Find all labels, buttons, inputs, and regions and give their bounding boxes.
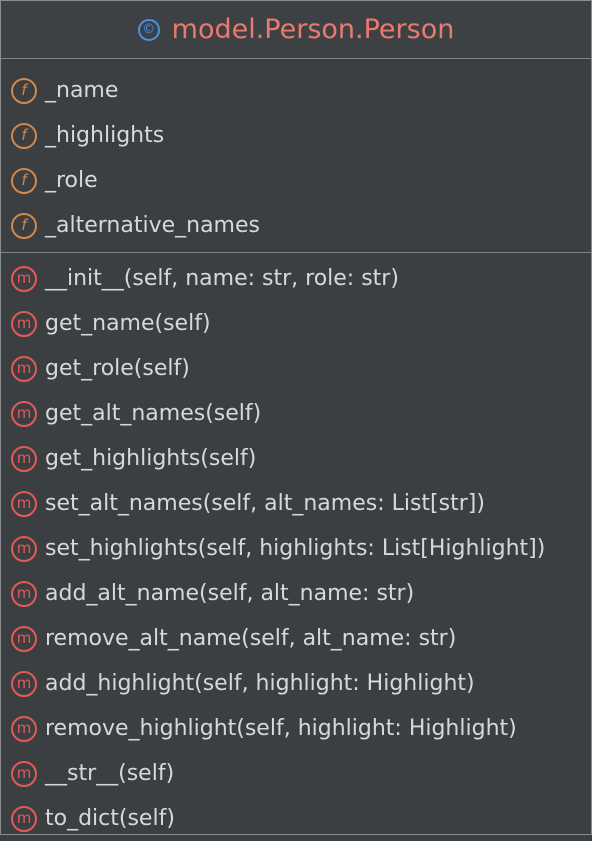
method-signature: get_name(self) bbox=[45, 311, 211, 336]
method-row-get-name: m get_name(self) bbox=[1, 301, 591, 346]
method-icon: m bbox=[11, 760, 37, 787]
methods-section: m __init__(self, name: str, role: str) m… bbox=[1, 253, 591, 841]
method-icon: m bbox=[11, 715, 37, 742]
method-signature: to_dict(self) bbox=[45, 806, 175, 831]
method-icon: m bbox=[11, 535, 37, 562]
method-icon: m bbox=[11, 805, 37, 832]
method-icon: m bbox=[11, 625, 37, 652]
field-row-alternative-names: f _alternative_names bbox=[1, 203, 591, 248]
method-icon: m bbox=[11, 355, 37, 382]
method-icon: m bbox=[11, 310, 37, 337]
method-icon: m bbox=[11, 670, 37, 697]
field-row-role: f _role bbox=[1, 158, 591, 203]
class-name: model.Person.Person bbox=[171, 14, 455, 45]
field-icon: f bbox=[11, 77, 37, 104]
method-icon: m bbox=[11, 265, 37, 292]
method-icon: m bbox=[11, 445, 37, 472]
field-name: _alternative_names bbox=[45, 213, 260, 238]
class-icon: © bbox=[137, 18, 160, 41]
field-name: _highlights bbox=[45, 123, 165, 148]
field-name: _name bbox=[45, 78, 119, 103]
field-name: _role bbox=[45, 168, 98, 193]
fields-section: f _name f _highlights f _role f _alterna… bbox=[1, 59, 591, 253]
method-signature: __str__(self) bbox=[45, 761, 175, 786]
field-row-highlights: f _highlights bbox=[1, 113, 591, 158]
method-signature: __init__(self, name: str, role: str) bbox=[45, 266, 399, 291]
method-row-get-highlights: m get_highlights(self) bbox=[1, 436, 591, 481]
method-row-remove-highlight: m remove_highlight(self, highlight: High… bbox=[1, 706, 591, 751]
uml-class-box: © model.Person.Person f _name f _highlig… bbox=[0, 0, 592, 835]
method-signature: add_alt_name(self, alt_name: str) bbox=[45, 581, 415, 606]
method-signature: set_alt_names(self, alt_names: List[str]… bbox=[45, 491, 485, 516]
method-signature: get_alt_names(self) bbox=[45, 401, 262, 426]
method-row-remove-alt-name: m remove_alt_name(self, alt_name: str) bbox=[1, 616, 591, 661]
method-signature: get_role(self) bbox=[45, 356, 190, 381]
method-signature: add_highlight(self, highlight: Highlight… bbox=[45, 671, 475, 696]
method-row-add-alt-name: m add_alt_name(self, alt_name: str) bbox=[1, 571, 591, 616]
method-row-set-highlights: m set_highlights(self, highlights: List[… bbox=[1, 526, 591, 571]
method-row-get-alt-names: m get_alt_names(self) bbox=[1, 391, 591, 436]
method-row-to-dict: m to_dict(self) bbox=[1, 796, 591, 841]
field-icon: f bbox=[11, 212, 37, 239]
method-signature: set_highlights(self, highlights: List[Hi… bbox=[45, 536, 546, 561]
method-signature: remove_alt_name(self, alt_name: str) bbox=[45, 626, 457, 651]
method-row-str: m __str__(self) bbox=[1, 751, 591, 796]
method-signature: get_highlights(self) bbox=[45, 446, 257, 471]
method-row-init: m __init__(self, name: str, role: str) bbox=[1, 256, 591, 301]
method-icon: m bbox=[11, 580, 37, 607]
class-header: © model.Person.Person bbox=[1, 1, 591, 59]
field-row-name: f _name bbox=[1, 68, 591, 113]
method-icon: m bbox=[11, 490, 37, 517]
method-row-get-role: m get_role(self) bbox=[1, 346, 591, 391]
method-row-add-highlight: m add_highlight(self, highlight: Highlig… bbox=[1, 661, 591, 706]
method-signature: remove_highlight(self, highlight: Highli… bbox=[45, 716, 517, 741]
method-row-set-alt-names: m set_alt_names(self, alt_names: List[st… bbox=[1, 481, 591, 526]
method-icon: m bbox=[11, 400, 37, 427]
field-icon: f bbox=[11, 122, 37, 149]
field-icon: f bbox=[11, 167, 37, 194]
